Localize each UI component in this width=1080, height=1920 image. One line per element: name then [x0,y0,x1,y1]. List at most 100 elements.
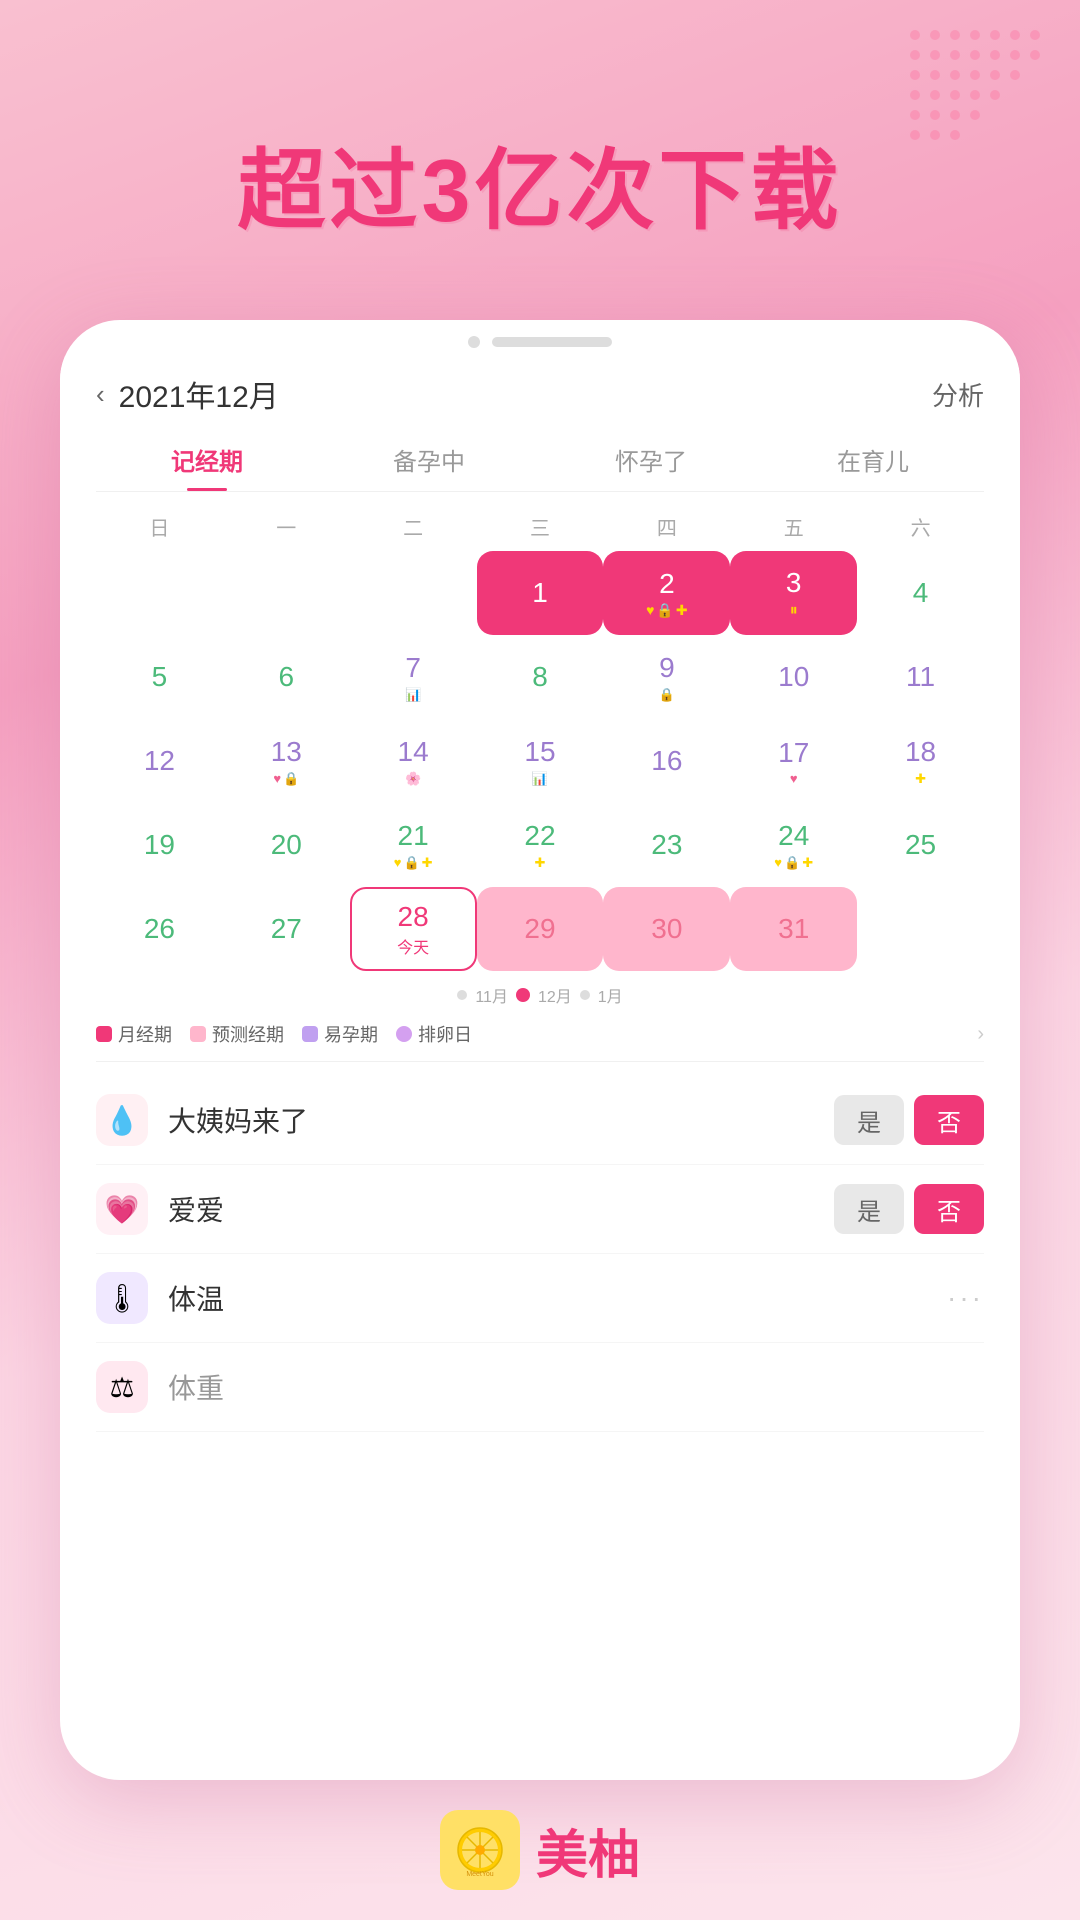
calendar-cell [350,551,477,635]
app-content: ‹ 2021年12月 分析 记经期 备孕中 怀孕了 在育儿 日一二三四五六 12♥🔒✚… [60,356,1020,1442]
calendar-cell[interactable]: 15📊 [477,719,604,803]
brand-name: 美柚 [536,1813,640,1888]
log-item-icon: 💗 [96,1183,148,1235]
hero-title: 超过3亿次下载 [0,120,1080,247]
legend-item: 预测经期 [190,1021,284,1047]
legend-dot [302,1026,318,1042]
svg-text:MeetYou: MeetYou [466,1871,493,1878]
calendar-cell[interactable]: 10 [730,635,857,719]
tab-3[interactable]: 在育儿 [817,434,929,491]
pagination-label-0: 11月 [475,983,508,1007]
calendar-cell[interactable]: 4 [857,551,984,635]
log-more-button[interactable]: ··· [947,1282,984,1314]
log-no-button[interactable]: 否 [914,1184,984,1234]
logo-svg: MeetYou [450,1820,510,1880]
back-arrow-icon[interactable]: ‹ [96,379,105,410]
weekday-label: 三 [477,508,604,545]
pagination-dot-2[interactable] [580,990,590,1000]
weekdays-header: 日一二三四五六 [96,502,984,551]
calendar-cell[interactable]: 9🔒 [603,635,730,719]
log-item-icon: ⚖ [96,1361,148,1413]
tab-bar: 记经期 备孕中 怀孕了 在育儿 [96,426,984,492]
log-item-icon: 🌡 [96,1272,148,1324]
log-item-actions: 是否 [834,1184,984,1234]
bottom-brand: MeetYou 美柚 [0,1810,1080,1890]
log-yes-button[interactable]: 是 [834,1184,904,1234]
calendar-cell[interactable]: 19 [96,803,223,887]
calendar-cell[interactable]: 30 [603,887,730,971]
log-item-label: 爱爱 [168,1189,834,1229]
calendar-cell[interactable]: 24♥🔒✚ [730,803,857,887]
calendar-cell[interactable]: 11 [857,635,984,719]
phone-mockup: ‹ 2021年12月 分析 记经期 备孕中 怀孕了 在育儿 日一二三四五六 12♥🔒✚… [60,320,1020,1780]
pagination-label-2: 1月 [598,983,623,1007]
calendar-cell[interactable]: 5 [96,635,223,719]
calendar-cell[interactable]: 6 [223,635,350,719]
log-item-1: 💗 爱爱是否 [96,1165,984,1254]
header-date: 2021年12月 [119,372,279,416]
calendar-cell [223,551,350,635]
analysis-button[interactable]: 分析 [932,376,984,413]
calendar-cell[interactable]: 14🌸 [350,719,477,803]
tab-2[interactable]: 怀孕了 [595,434,707,491]
calendar-cell[interactable]: 12 [96,719,223,803]
tab-0[interactable]: 记经期 [151,434,263,491]
tab-1[interactable]: 备孕中 [373,434,485,491]
calendar-cell[interactable]: 21♥🔒✚ [350,803,477,887]
calendar-cell[interactable]: 23 [603,803,730,887]
weekday-label: 二 [350,508,477,545]
calendar-cell[interactable]: 17♥ [730,719,857,803]
log-item-label: 大姨妈来了 [168,1100,834,1140]
legend-item: 排卵日 [396,1021,472,1047]
calendar-cell[interactable]: 1 [477,551,604,635]
pagination-dot-1[interactable] [516,988,530,1002]
legend-label: 排卵日 [418,1021,472,1047]
calendar-cell[interactable]: 3⏸ [730,551,857,635]
log-yes-button[interactable]: 是 [834,1095,904,1145]
pagination-dot-0[interactable] [457,990,467,1000]
legend-label: 月经期 [118,1021,172,1047]
legend-label: 预测经期 [212,1021,284,1047]
notch-dot [468,336,480,348]
log-section: 💧大姨妈来了是否💗爱爱是否🌡体温···⚖体重 [96,1066,984,1442]
divider [96,1061,984,1062]
calendar-cell [857,887,984,971]
calendar-cell[interactable]: 8 [477,635,604,719]
brand-logo: MeetYou [440,1810,520,1890]
calendar-cell[interactable]: 31 [730,887,857,971]
calendar-cell[interactable]: 16 [603,719,730,803]
weekday-label: 五 [730,508,857,545]
calendar-cell[interactable]: 27 [223,887,350,971]
calendar-grid: 12♥🔒✚3⏸4 567📊89🔒1011 1213♥🔒14🌸15📊1617♥18✚ 1… [96,551,984,971]
calendar-cell[interactable]: 7📊 [350,635,477,719]
legend-dot [96,1026,112,1042]
calendar-cell[interactable]: 20 [223,803,350,887]
log-item-label: 体重 [168,1367,984,1407]
calendar-cell [96,551,223,635]
calendar-cell[interactable]: 26 [96,887,223,971]
weekday-label: 四 [603,508,730,545]
hero-section: 超过3亿次下载 [0,120,1080,247]
calendar-cell[interactable]: 13♥🔒 [223,719,350,803]
calendar-cell[interactable]: 28今天 [350,887,477,971]
calendar-legend: 月经期 预测经期 易孕期 排卵日 › [96,1011,984,1057]
app-header: ‹ 2021年12月 分析 [96,356,984,426]
legend-label: 易孕期 [324,1021,378,1047]
weekday-label: 一 [223,508,350,545]
log-no-button[interactable]: 否 [914,1095,984,1145]
weekday-label: 六 [857,508,984,545]
log-item-icon: 💧 [96,1094,148,1146]
calendar-cell[interactable]: 2♥🔒✚ [603,551,730,635]
legend-more-icon[interactable]: › [977,1023,984,1046]
calendar-cell[interactable]: 22✚ [477,803,604,887]
log-item-0: 💧 大姨妈来了是否 [96,1076,984,1165]
calendar-cell[interactable]: 25 [857,803,984,887]
phone-notch [60,320,1020,356]
pagination-label-1: 12月 [538,983,572,1007]
notch-bar [492,337,612,347]
legend-item: 易孕期 [302,1021,378,1047]
calendar-cell[interactable]: 18✚ [857,719,984,803]
weekday-label: 日 [96,508,223,545]
legend-item: 月经期 [96,1021,172,1047]
calendar-cell[interactable]: 29 [477,887,604,971]
